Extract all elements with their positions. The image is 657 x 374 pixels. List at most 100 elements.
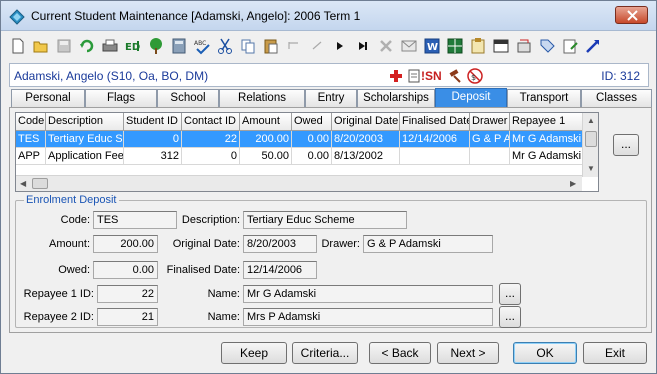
last-icon[interactable] xyxy=(354,37,372,55)
tab-entry[interactable]: Entry xyxy=(305,89,357,107)
repayee-2-lookup-button[interactable]: ... xyxy=(499,306,521,328)
student-id: ID: 312 xyxy=(601,69,640,83)
repayee-2-id-field[interactable]: 21 xyxy=(97,308,158,326)
scroll-up-icon[interactable]: ▲ xyxy=(587,116,595,125)
cell-code: APP xyxy=(16,148,46,165)
cell-repayee-1: Mr G Adamski xyxy=(510,131,593,148)
tab-transport[interactable]: Transport xyxy=(507,89,581,107)
report-icon[interactable] xyxy=(515,37,533,55)
deposit-panel: Code Description Student ID Contact ID A… xyxy=(9,107,652,333)
grid-vertical-scrollbar[interactable]: ▲ ▼ xyxy=(582,113,598,177)
repayee-2-name-field[interactable]: Mrs P Adamski xyxy=(243,308,493,326)
next-icon[interactable] xyxy=(331,37,349,55)
cell-contact-id: 0 xyxy=(182,148,240,165)
calendar-icon[interactable] xyxy=(492,37,510,55)
tab-flags[interactable]: Flags xyxy=(85,89,157,107)
paste-icon[interactable] xyxy=(262,37,280,55)
tab-school[interactable]: School xyxy=(157,89,219,107)
tab-scholarships[interactable]: Scholarships xyxy=(357,89,435,107)
calculator-icon[interactable] xyxy=(170,37,188,55)
repayee-1-name-label: Name: xyxy=(207,288,240,300)
cell-owed: 0.00 xyxy=(292,148,332,165)
grid-icon[interactable] xyxy=(446,37,464,55)
table-row[interactable]: TES Tertiary Educ S 0 22 200.00 0.00 8/2… xyxy=(16,131,593,148)
delete-icon[interactable] xyxy=(377,37,395,55)
description-field[interactable]: Tertiary Educ Scheme xyxy=(243,211,407,229)
cell-contact-id: 22 xyxy=(182,131,240,148)
column-header-description[interactable]: Description xyxy=(46,113,124,131)
clipboard-icon[interactable] xyxy=(469,37,487,55)
column-header-owed[interactable]: Owed xyxy=(292,113,332,131)
window-title: Current Student Maintenance [Adamski, An… xyxy=(31,9,361,23)
grid-header: Code Description Student ID Contact ID A… xyxy=(16,113,593,131)
criteria-button[interactable]: Criteria... xyxy=(292,342,358,364)
new-icon[interactable] xyxy=(9,37,27,55)
column-header-original-date[interactable]: Original Date xyxy=(332,113,400,131)
cell-repayee-1: Mr G Adamski xyxy=(510,148,593,165)
svg-text:$: $ xyxy=(471,73,476,82)
amount-field[interactable]: 200.00 xyxy=(93,235,158,253)
email-icon[interactable] xyxy=(400,37,418,55)
next-button[interactable]: Next > xyxy=(437,342,499,364)
tab-personal[interactable]: Personal xyxy=(11,89,85,107)
keep-button[interactable]: Keep xyxy=(221,342,287,364)
sn-flag: !SN xyxy=(421,69,442,83)
original-date-field[interactable]: 8/20/2003 xyxy=(243,235,317,253)
word-icon[interactable]: W xyxy=(423,37,441,55)
tab-strip: Personal Flags School Relations Entry Sc… xyxy=(11,88,652,107)
cell-finalised-date xyxy=(400,148,470,165)
ok-button[interactable]: OK xyxy=(513,342,577,364)
arrow-icon[interactable] xyxy=(584,37,602,55)
drawer-label: Drawer: xyxy=(321,238,360,250)
cut-icon[interactable] xyxy=(216,37,234,55)
tab-deposit[interactable]: Deposit xyxy=(435,88,507,107)
close-button[interactable] xyxy=(615,6,648,24)
gavel-icon xyxy=(449,69,461,83)
refresh-icon[interactable] xyxy=(78,37,96,55)
column-header-amount[interactable]: Amount xyxy=(240,113,292,131)
grid-horizontal-scrollbar[interactable]: ◀ ▶ xyxy=(16,175,582,191)
drawer-field[interactable]: G & P Adamski xyxy=(363,235,493,253)
undo-icon[interactable] xyxy=(285,37,303,55)
spellcheck-icon[interactable]: ABC xyxy=(193,37,211,55)
repayee-1-id-field[interactable]: 22 xyxy=(97,285,158,303)
tab-relations[interactable]: Relations xyxy=(219,89,305,107)
open-icon[interactable] xyxy=(32,37,50,55)
owed-field[interactable]: 0.00 xyxy=(93,261,158,279)
id-icon[interactable]: ED xyxy=(124,37,142,55)
table-row[interactable]: APP Application Fee 312 0 50.00 0.00 8/1… xyxy=(16,148,593,165)
enrolment-deposit-group: Enrolment Deposit Code: TES Description:… xyxy=(15,194,647,328)
scroll-right-icon[interactable]: ▶ xyxy=(570,179,576,188)
grid-lookup-button[interactable]: ... xyxy=(613,134,639,156)
toolbar: ED ABC W xyxy=(7,35,651,57)
vertical-scroll-thumb[interactable] xyxy=(585,131,597,147)
column-header-finalised-date[interactable]: Finalised Date xyxy=(400,113,470,131)
back-button[interactable]: < Back xyxy=(369,342,431,364)
tab-classes[interactable]: Classes xyxy=(581,89,652,107)
exit-button[interactable]: Exit xyxy=(583,342,647,364)
cell-drawer: G & P Ad xyxy=(470,131,510,148)
column-header-contact-id[interactable]: Contact ID xyxy=(182,113,240,131)
column-header-drawer[interactable]: Drawer xyxy=(470,113,510,131)
print-icon[interactable] xyxy=(101,37,119,55)
scroll-down-icon[interactable]: ▼ xyxy=(587,164,595,173)
copy-icon[interactable] xyxy=(239,37,257,55)
column-header-repayee-1[interactable]: Repayee 1 xyxy=(510,113,593,131)
code-field[interactable]: TES xyxy=(93,211,177,229)
cell-description: Application Fee xyxy=(46,148,124,165)
redo-icon[interactable] xyxy=(308,37,326,55)
notes-icon[interactable] xyxy=(561,37,579,55)
column-header-code[interactable]: Code xyxy=(16,113,46,131)
column-header-student-id[interactable]: Student ID xyxy=(124,113,182,131)
save-icon[interactable] xyxy=(55,37,73,55)
tag-icon[interactable] xyxy=(538,37,556,55)
tree-icon[interactable] xyxy=(147,37,165,55)
horizontal-scroll-thumb[interactable] xyxy=(32,178,48,189)
repayee-1-lookup-button[interactable]: ... xyxy=(499,283,521,305)
cell-amount: 200.00 xyxy=(240,131,292,148)
svg-text:ABC: ABC xyxy=(194,40,206,47)
cell-student-id: 0 xyxy=(124,131,182,148)
repayee-1-name-field[interactable]: Mr G Adamski xyxy=(243,285,493,303)
scroll-left-icon[interactable]: ◀ xyxy=(20,179,26,188)
finalised-date-field[interactable]: 12/14/2006 xyxy=(243,261,317,279)
